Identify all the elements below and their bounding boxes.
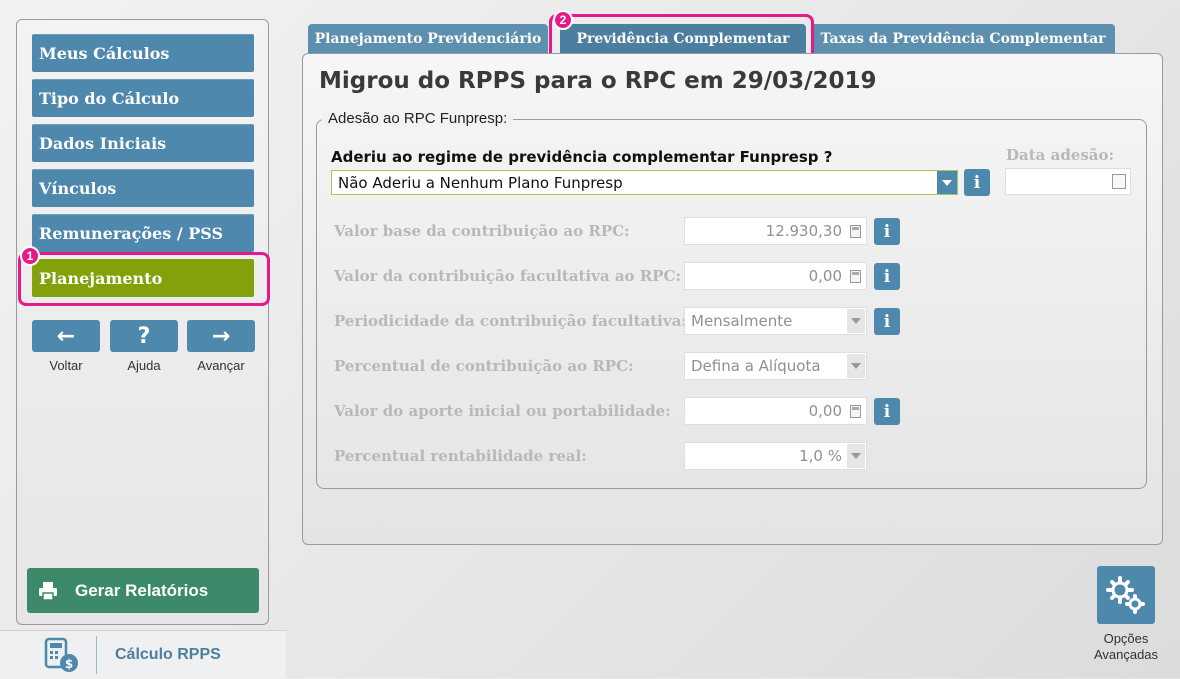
percentual-contribuicao-label: Percentual de contribuição ao RPC: — [334, 357, 634, 375]
aderiu-select[interactable]: Não Aderiu a Nenhum Plano Funpresp — [331, 170, 958, 195]
calculator-money-icon: $ — [44, 637, 78, 672]
generate-reports-button[interactable]: Gerar Relatórios — [27, 568, 259, 613]
valor-base-value: 12.930,30 — [765, 222, 842, 240]
periodicidade-label: Periodicidade da contribuição facultativ… — [334, 312, 687, 330]
periodicidade-value: Mensalmente — [691, 312, 793, 330]
tab-label: Planejamento Previdenciário — [314, 31, 542, 47]
help-label: Ajuda — [127, 358, 161, 373]
annotation-badge-2: 2 — [553, 10, 573, 30]
generate-reports-label: Gerar Relatórios — [75, 580, 209, 600]
info-icon: i — [883, 311, 891, 332]
data-adesao-label: Data adesão: — [1006, 146, 1115, 164]
info-icon: i — [883, 266, 891, 287]
calculator-icon — [850, 270, 861, 283]
percentual-contribuicao-select[interactable]: Defina a Alíquota — [684, 352, 867, 380]
chevron-down-icon — [847, 354, 865, 378]
data-adesao-input[interactable] — [1005, 168, 1131, 195]
gears-icon — [1106, 576, 1145, 614]
advanced-options-button[interactable] — [1097, 566, 1155, 624]
chevron-down-icon — [847, 309, 865, 333]
aporte-inicial-field[interactable]: 0,00 — [684, 397, 867, 425]
tab-taxas-previdencia-complementar[interactable]: Taxas da Previdência Complementar — [811, 24, 1115, 54]
back-button[interactable]: ← — [32, 320, 100, 352]
nav-item-label: Tipo do Cálculo — [39, 88, 180, 108]
nav-item-vinculos[interactable]: Vínculos — [32, 169, 254, 207]
advanced-options-line2: Avançadas — [1093, 647, 1159, 662]
highlight-box-planejamento — [18, 252, 270, 306]
valor-base-field[interactable]: 12.930,30 — [684, 217, 867, 245]
aporte-inicial-info-button[interactable]: i — [874, 398, 900, 425]
aderiu-label: Aderiu ao regime de previdência compleme… — [331, 148, 833, 166]
nav-item-label: Meus Cálculos — [39, 43, 170, 63]
calculator-icon — [850, 225, 861, 238]
nav-item-dados-iniciais[interactable]: Dados Iniciais — [32, 124, 254, 162]
question-icon: ? — [137, 323, 151, 349]
aderiu-info-button[interactable]: i — [964, 169, 990, 196]
advanced-options-line1: Opções — [1103, 631, 1149, 646]
nav-item-label: Dados Iniciais — [39, 133, 167, 153]
help-button[interactable]: ? — [110, 320, 178, 352]
aderiu-select-value: Não Aderiu a Nenhum Plano Funpresp — [338, 173, 623, 192]
page-title: Migrou do RPPS para o RPC em 29/03/2019 — [319, 68, 877, 94]
arrow-left-icon: ← — [56, 323, 76, 349]
periodicidade-info-button[interactable]: i — [874, 308, 900, 335]
tab-label: Taxas da Previdência Complementar — [820, 31, 1106, 47]
valor-base-label: Valor base da contribuição ao RPC: — [334, 222, 630, 240]
calendar-icon — [1112, 174, 1126, 189]
info-icon: i — [973, 172, 981, 193]
app-name: Cálculo RPPS — [115, 646, 221, 663]
contribuicao-facultativa-value: 0,00 — [808, 267, 842, 285]
advanced-options-label: Opções Avançadas — [1080, 631, 1172, 663]
info-icon: i — [883, 401, 891, 422]
rentabilidade-value: 1,0 % — [799, 447, 842, 465]
nav-item-meus-calculos[interactable]: Meus Cálculos — [32, 34, 254, 72]
rentabilidade-label: Percentual rentabilidade real: — [334, 447, 587, 465]
annotation-badge-1: 1 — [20, 246, 40, 266]
chevron-down-icon — [847, 444, 865, 468]
contribuicao-facultativa-label: Valor da contribuição facultativa ao RPC… — [334, 267, 681, 285]
back-label: Voltar — [49, 358, 83, 373]
forward-button[interactable]: → — [187, 320, 255, 352]
info-icon: i — [883, 221, 891, 242]
contribuicao-facultativa-field[interactable]: 0,00 — [684, 262, 867, 290]
app-footer: $ Cálculo RPPS — [0, 630, 286, 679]
printer-icon — [39, 581, 57, 601]
svg-text:$: $ — [65, 657, 73, 671]
rentabilidade-select[interactable]: 1,0 % — [684, 442, 867, 470]
nav-item-label: Remunerações / PSS — [39, 223, 224, 243]
calculator-icon — [850, 405, 861, 418]
chevron-down-icon — [942, 179, 952, 186]
percentual-contribuicao-value: Defina a Alíquota — [691, 357, 821, 375]
tab-planejamento-previdenciario[interactable]: Planejamento Previdenciário — [308, 24, 548, 54]
fieldset-legend: Adesão ao RPC Funpresp: — [322, 110, 514, 127]
aporte-inicial-value: 0,00 — [808, 402, 842, 420]
forward-label: Avançar — [197, 358, 245, 373]
periodicidade-select[interactable]: Mensalmente — [684, 307, 867, 335]
arrow-right-icon: → — [211, 323, 231, 349]
nav-item-label: Vínculos — [39, 178, 117, 198]
aporte-inicial-label: Valor do aporte inicial ou portabilidade… — [334, 402, 671, 420]
aderiu-dropdown-arrow[interactable] — [937, 171, 957, 194]
valor-base-info-button[interactable]: i — [874, 218, 900, 245]
nav-item-remuneracoes-pss[interactable]: Remunerações / PSS — [32, 214, 254, 252]
contribuicao-facultativa-info-button[interactable]: i — [874, 263, 900, 290]
nav-item-tipo-do-calculo[interactable]: Tipo do Cálculo — [32, 79, 254, 117]
